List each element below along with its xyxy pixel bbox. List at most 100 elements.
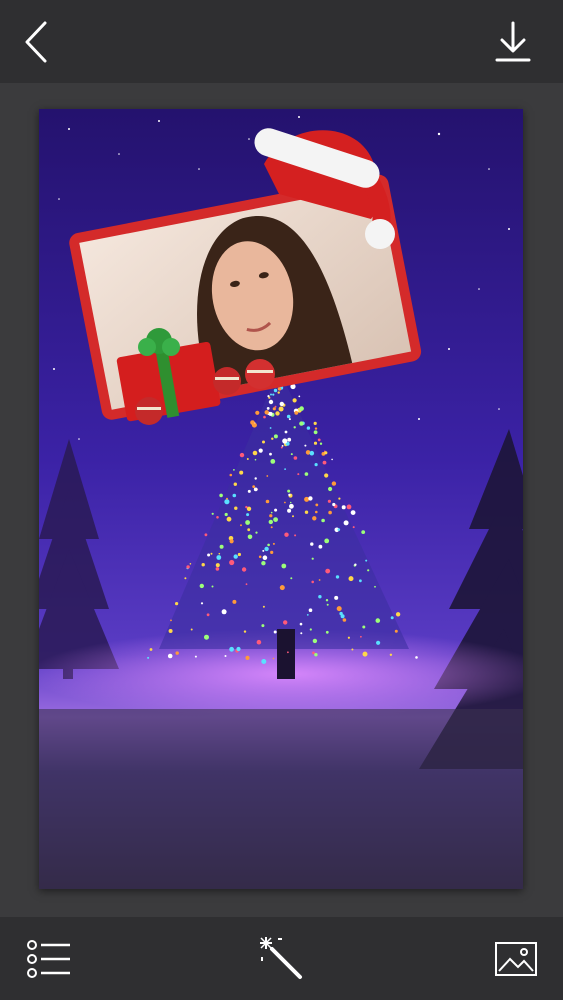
tree-sparkle	[168, 629, 173, 633]
ornament-sticker[interactable]	[245, 359, 275, 389]
tree-sparkle	[311, 580, 315, 584]
tree-sparkle	[267, 543, 270, 547]
tree-sparkle	[262, 605, 265, 608]
tree-sparkle	[281, 445, 284, 447]
tree-sparkle	[256, 639, 262, 645]
tree-sparkle	[283, 620, 288, 625]
tree-sparkle	[247, 528, 251, 532]
tree-sparkle	[261, 561, 266, 566]
tree-sparkle	[362, 651, 368, 657]
tree-sparkle	[318, 544, 323, 549]
ornament-sticker[interactable]	[135, 397, 163, 425]
tree-sparkle	[233, 482, 237, 486]
tree-sparkle	[292, 398, 297, 403]
tree-sparkle	[321, 518, 325, 523]
tree-sparkle	[245, 520, 251, 525]
tree-sparkle	[280, 446, 283, 449]
tree-sparkle	[308, 496, 313, 501]
tree-sparkle	[297, 473, 300, 476]
tree-sparkle	[229, 473, 233, 477]
tree-sparkle	[211, 512, 214, 515]
tree-sparkle	[335, 575, 340, 579]
ornament-sticker[interactable]	[213, 367, 241, 395]
tree-sparkle	[300, 632, 303, 635]
tree-sparkle	[189, 563, 192, 565]
tree-sparkle	[286, 414, 291, 419]
tree-sparkle	[170, 619, 172, 622]
tree-sparkle	[415, 656, 418, 659]
tree-sparkle	[274, 508, 278, 512]
tree-sparkle	[365, 559, 368, 562]
tree-sparkle	[311, 557, 314, 560]
tree-sparkle	[279, 585, 285, 591]
tree-sparkle	[325, 630, 329, 634]
tree-sparkle	[331, 481, 337, 486]
tree-sparkle	[264, 410, 269, 415]
tree-sparkle	[287, 508, 292, 513]
tree-sparkle	[240, 524, 242, 527]
tree-sparkle	[273, 434, 278, 439]
tree-sparkle	[226, 497, 228, 500]
tree-sparkle	[347, 636, 350, 639]
christmas-frame-image	[39, 109, 523, 889]
tree-sparkle	[232, 493, 237, 498]
tree-sparkle	[343, 520, 349, 526]
tree-sparkle	[299, 622, 303, 626]
tree-sparkle	[294, 534, 297, 537]
tree-sparkle	[290, 453, 293, 456]
tree-sparkle	[324, 538, 330, 544]
gallery-button[interactable]	[491, 937, 541, 981]
tree-sparkle	[270, 550, 274, 554]
effects-button[interactable]	[256, 933, 306, 983]
menu-button[interactable]	[24, 937, 74, 981]
tree-sparkle	[268, 519, 273, 525]
chevron-left-icon	[25, 21, 47, 63]
image-icon	[495, 942, 537, 976]
tree-sparkle	[270, 526, 273, 529]
photo-frame-preview[interactable]	[39, 109, 523, 889]
tree-sparkle	[304, 472, 309, 476]
tree-sparkle	[211, 585, 214, 588]
tree-sparkle	[271, 437, 274, 440]
tree-sparkle	[327, 499, 331, 503]
tree-sparkle	[317, 438, 321, 442]
tree-sparkle	[255, 410, 260, 415]
tree-sparkle	[254, 458, 257, 461]
tree-sparkle	[324, 473, 329, 478]
tree-sparkle	[201, 563, 205, 567]
tree-sparkle	[261, 624, 265, 628]
download-button[interactable]	[493, 18, 533, 66]
tree-sparkle	[229, 646, 235, 652]
tree-sparkle	[237, 552, 241, 557]
tree-sparkle	[246, 513, 250, 517]
back-button[interactable]	[14, 18, 58, 66]
tree-sparkle	[328, 486, 333, 492]
magic-wand-icon	[260, 937, 302, 979]
tree-sparkle	[264, 546, 269, 552]
tree-sparkle	[267, 395, 270, 398]
tree-sparkle	[221, 609, 227, 615]
tree-sparkle	[282, 438, 288, 444]
tree-sparkle	[273, 388, 278, 393]
tree-sparkle	[224, 512, 228, 517]
tree-sparkle	[362, 625, 366, 629]
tree-sparkle	[258, 555, 262, 559]
tree-sparkle	[292, 515, 294, 518]
tree-sparkle	[319, 442, 323, 445]
tree-sparkle	[314, 427, 318, 430]
tree-sparkle	[277, 391, 280, 394]
tree-sparkle	[284, 501, 286, 504]
tree-sparkle	[287, 651, 289, 654]
tree-sparkle	[306, 426, 311, 430]
tree-sparkle	[288, 418, 291, 421]
tree-sparkle	[204, 533, 208, 537]
list-icon	[27, 940, 70, 978]
tree-sparkle	[226, 516, 232, 522]
tree-sparkle	[245, 505, 248, 509]
tree-sparkle	[272, 542, 275, 545]
tree-sparkle	[290, 577, 293, 580]
tree-sparkle	[252, 485, 256, 488]
tree-sparkle	[229, 559, 235, 566]
tree-sparkle	[299, 406, 304, 411]
tree-sparkle	[175, 602, 179, 606]
